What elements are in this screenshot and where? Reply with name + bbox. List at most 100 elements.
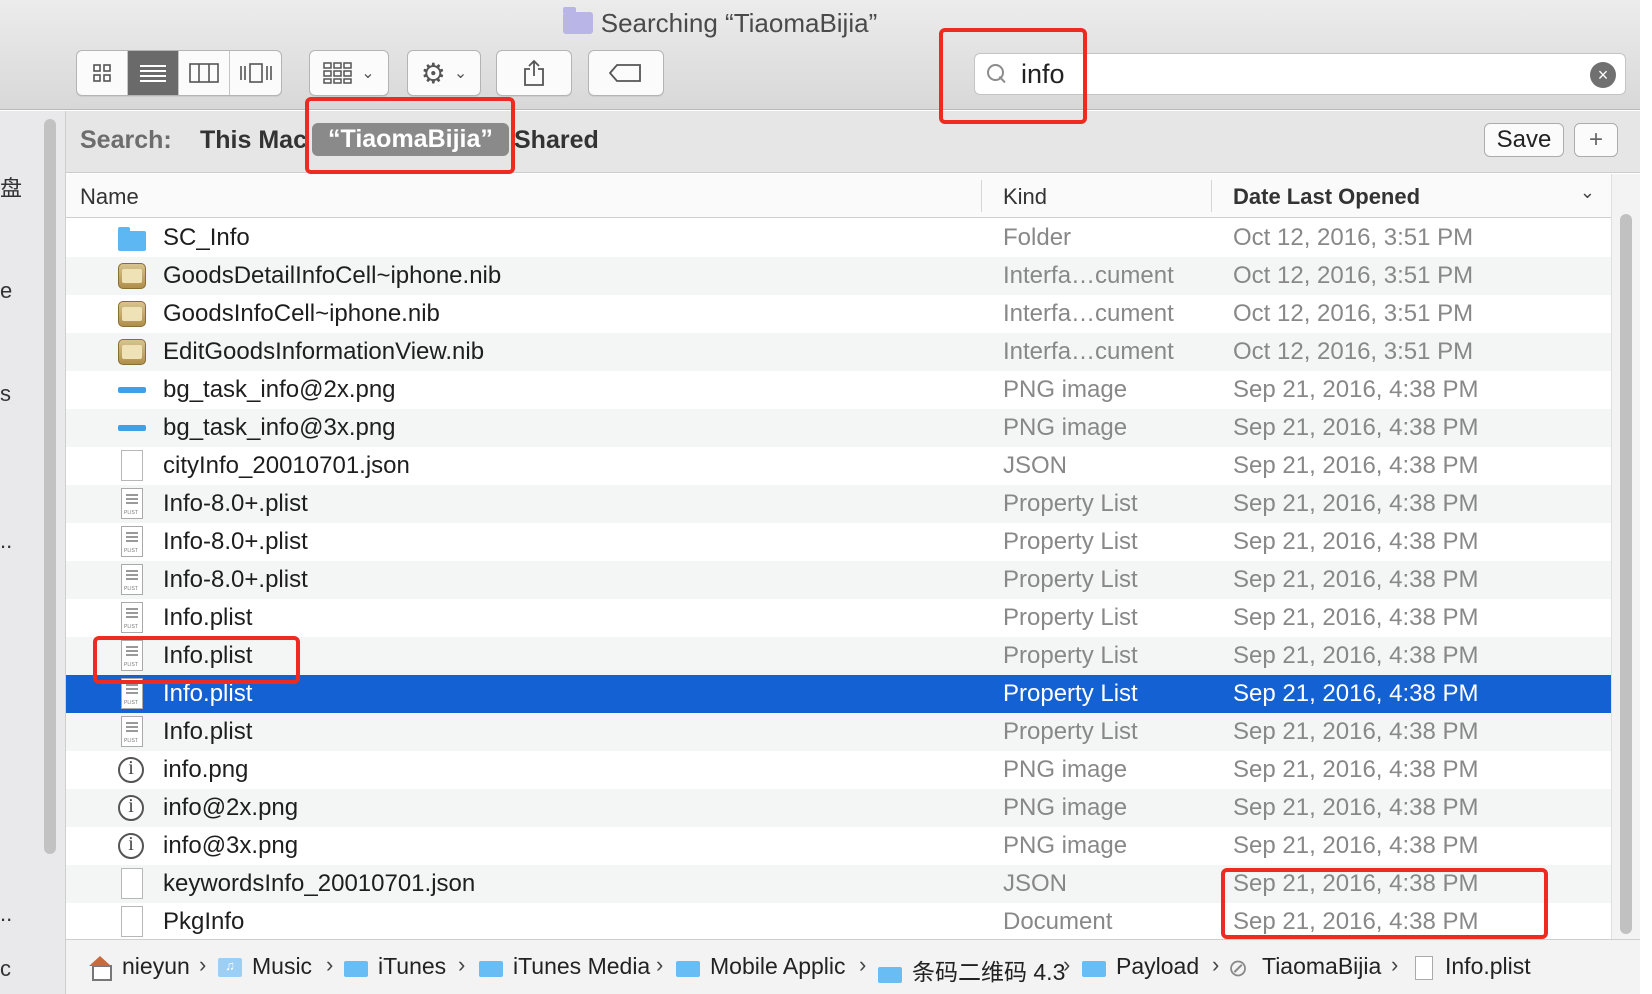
file-kind: Property List bbox=[1003, 490, 1138, 517]
arrange-button[interactable]: ⌄ bbox=[309, 50, 389, 96]
file-row[interactable]: info@2x.png PNG image Sep 21, 2016, 4:38 P… bbox=[66, 789, 1611, 827]
add-criteria-button[interactable]: + bbox=[1574, 123, 1618, 157]
home-icon bbox=[88, 956, 112, 981]
path-crumb[interactable]: 条码二维码 4.3 bbox=[878, 953, 1065, 987]
file-kind: PNG image bbox=[1003, 376, 1128, 403]
list-view-icon[interactable] bbox=[128, 51, 180, 95]
save-search-button[interactable]: Save bbox=[1484, 123, 1564, 157]
sort-descending-chevron-icon[interactable]: ⌄ bbox=[1580, 182, 1595, 203]
file-row[interactable]: bg_task_info@2x.png PNG image Sep 21, 2016… bbox=[66, 371, 1611, 409]
scope-shared[interactable]: Shared bbox=[514, 126, 599, 155]
path-crumb[interactable]: Info.plist bbox=[1411, 953, 1531, 980]
path-crumb-label: Info.plist bbox=[1445, 953, 1531, 979]
column-view-icon[interactable] bbox=[179, 51, 231, 95]
file-row[interactable]: Info-8.0+.plist Property List Sep 21, 2016… bbox=[66, 523, 1611, 561]
window-toolbar: Searching “TiaomaBijia” ⌄ ⚙ ⌄ info × bbox=[0, 0, 1640, 110]
file-list: SC_Info Folder Oct 12, 2016, 3:51 PM GoodsD… bbox=[66, 219, 1611, 939]
file-date-last-opened: Sep 21, 2016, 4:38 PM bbox=[1233, 718, 1479, 745]
music-icon bbox=[218, 958, 242, 977]
window-title: Searching “TiaomaBijia” bbox=[0, 7, 1440, 39]
path-crumb[interactable]: TiaomaBijia bbox=[1228, 953, 1382, 983]
file-kind: Property List bbox=[1003, 566, 1138, 593]
path-separator-chevron-icon: › bbox=[656, 952, 664, 977]
sidebar-item-fragment[interactable]: .. bbox=[0, 528, 12, 554]
icon-view-grid-icon[interactable] bbox=[77, 51, 129, 95]
path-crumb-label: TiaomaBijia bbox=[1262, 953, 1382, 979]
file-row[interactable]: Info.plist Property List Sep 21, 2016, 4:3… bbox=[66, 713, 1611, 751]
path-crumb-label: Music bbox=[252, 953, 313, 979]
file-name: SC_Info bbox=[163, 224, 250, 251]
plist-file-icon bbox=[121, 564, 143, 595]
file-name: info.png bbox=[163, 756, 249, 783]
file-kind: Interfa…cument bbox=[1003, 300, 1174, 327]
file-kind: Property List bbox=[1003, 528, 1138, 555]
sidebar-item-fragment[interactable]: e bbox=[0, 278, 12, 304]
smart-folder-icon bbox=[562, 7, 593, 34]
file-row[interactable]: Info.plist Property List Sep 21, 2016, 4:3… bbox=[66, 599, 1611, 637]
file-row[interactable]: Info-8.0+.plist Property List Sep 21, 2016… bbox=[66, 561, 1611, 599]
file-name: bg_task_info@2x.png bbox=[163, 376, 396, 403]
path-separator-chevron-icon: › bbox=[859, 952, 867, 977]
file-date-last-opened: Sep 21, 2016, 4:38 PM bbox=[1233, 642, 1479, 669]
annotation-highlight-selected-file bbox=[93, 636, 300, 684]
arrange-grid-icon: ⌄ bbox=[310, 51, 388, 95]
path-crumb[interactable]: nieyun bbox=[88, 953, 190, 981]
path-separator-chevron-icon: › bbox=[1212, 952, 1220, 977]
info-file-icon bbox=[118, 833, 144, 859]
file-kind: JSON bbox=[1003, 870, 1068, 897]
column-divider[interactable] bbox=[1211, 180, 1212, 212]
cover-flow-icon[interactable] bbox=[230, 51, 281, 95]
file-name: Info-8.0+.plist bbox=[163, 528, 308, 555]
scope-this-mac[interactable]: This Mac bbox=[200, 126, 307, 155]
plist-file-icon bbox=[121, 716, 143, 747]
nib-file-icon bbox=[118, 263, 146, 289]
file-name: info@2x.png bbox=[163, 794, 299, 821]
file-row[interactable]: SC_Info Folder Oct 12, 2016, 3:51 PM bbox=[66, 219, 1611, 257]
sidebar-item-fragment[interactable]: 盘 bbox=[0, 171, 22, 203]
file-name: cityInfo_20010701.json bbox=[163, 452, 410, 479]
file-row[interactable]: GoodsDetailInfoCell~iphone.nib Interfa…cu… bbox=[66, 257, 1611, 295]
action-menu-button[interactable]: ⚙ ⌄ bbox=[407, 50, 481, 96]
list-scrollbar-track[interactable] bbox=[1611, 174, 1640, 939]
file-date-last-opened: Sep 21, 2016, 4:38 PM bbox=[1233, 794, 1479, 821]
file-kind: Property List bbox=[1003, 680, 1138, 707]
file-date-last-opened: Oct 12, 2016, 3:51 PM bbox=[1233, 262, 1474, 289]
sidebar-item-fragment[interactable]: c bbox=[0, 956, 11, 982]
column-divider[interactable] bbox=[981, 180, 982, 212]
sidebar-item-fragment[interactable]: s bbox=[0, 381, 11, 407]
file-name: Info.plist bbox=[163, 604, 253, 631]
file-row[interactable]: info.png PNG image Sep 21, 2016, 4:38 PM bbox=[66, 751, 1611, 789]
path-crumb[interactable]: Payload bbox=[1082, 953, 1199, 980]
edit-tags-button[interactable] bbox=[588, 50, 664, 96]
clear-search-icon[interactable]: × bbox=[1590, 62, 1616, 88]
file-name: Info-8.0+.plist bbox=[163, 490, 308, 517]
sidebar-item-fragment[interactable]: .. bbox=[0, 901, 12, 927]
sidebar-scrollbar[interactable] bbox=[44, 119, 56, 854]
png-file-icon bbox=[118, 377, 146, 403]
column-header-kind[interactable]: Kind bbox=[1003, 184, 1047, 210]
share-button[interactable] bbox=[496, 50, 572, 96]
file-kind: PNG image bbox=[1003, 414, 1128, 441]
path-crumb[interactable]: iTunes bbox=[344, 953, 446, 980]
path-crumb[interactable]: Music bbox=[218, 953, 312, 980]
file-row[interactable]: cityInfo_20010701.json JSON Sep 21, 2016, … bbox=[66, 447, 1611, 485]
path-crumb[interactable]: iTunes Media bbox=[479, 953, 650, 980]
file-row[interactable]: EditGoodsInformationView.nib Interfa…cume… bbox=[66, 333, 1611, 371]
column-header-date-last-opened[interactable]: Date Last Opened bbox=[1233, 184, 1420, 210]
info-file-icon bbox=[118, 757, 144, 783]
list-scrollbar-thumb[interactable] bbox=[1620, 214, 1632, 934]
file-row[interactable]: info@3x.png PNG image Sep 21, 2016, 4:38 P… bbox=[66, 827, 1611, 865]
file-kind: Property List bbox=[1003, 604, 1138, 631]
folder-icon bbox=[1082, 958, 1106, 977]
search-input[interactable] bbox=[1021, 58, 1541, 90]
file-row[interactable]: GoodsInfoCell~iphone.nib Interfa…cument Oc… bbox=[66, 295, 1611, 333]
file-kind: PNG image bbox=[1003, 756, 1128, 783]
path-crumb[interactable]: Mobile Applic bbox=[676, 953, 846, 980]
plist-file-icon bbox=[121, 602, 143, 633]
column-header-name[interactable]: Name bbox=[80, 184, 139, 210]
file-kind: PNG image bbox=[1003, 794, 1128, 821]
file-row[interactable]: Info-8.0+.plist Property List Sep 21, 2016… bbox=[66, 485, 1611, 523]
app-icon bbox=[1228, 954, 1252, 983]
file-name: Info-8.0+.plist bbox=[163, 566, 308, 593]
file-row[interactable]: bg_task_info@3x.png PNG image Sep 21, 2016… bbox=[66, 409, 1611, 447]
